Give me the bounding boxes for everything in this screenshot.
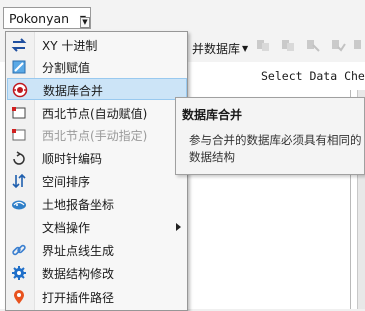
tooltip-body: 参与合并的数据库必须具有相同的数据结构: [189, 133, 362, 164]
merge-database-tool-label: 并数据库: [192, 42, 241, 56]
menu-item-label: 西北节点(自动赋值): [42, 107, 148, 121]
toolbar-tool-icon[interactable]: [352, 37, 365, 53]
menu-item-label: 数据结构修改: [42, 267, 115, 281]
database-merge-icon: [12, 82, 28, 98]
land-coords-icon: [11, 196, 27, 212]
menu-item-split-assign[interactable]: 分割赋值: [7, 56, 187, 78]
xy-arrows-icon: [11, 37, 27, 53]
menu-item-label: XY 十进制: [42, 39, 98, 53]
boundary-link-icon: [11, 242, 27, 258]
menu-item-label: 打开插件路径: [42, 291, 115, 305]
menu-item-label: 西北节点(手动指定): [42, 129, 148, 143]
menu-item-label: 分割赋值: [42, 61, 91, 75]
project-dropdown[interactable]: Pokonyan ▼: [3, 7, 91, 29]
chevron-down-icon: ▼: [242, 44, 249, 53]
select-data-check-label: Select Data Check: [261, 69, 365, 83]
menu-item-label: 顺时针编码: [42, 152, 103, 166]
menu-item-data-structure-edit[interactable]: 数据结构修改: [7, 262, 187, 284]
toolbar-tool-icon[interactable]: [330, 37, 346, 53]
tooltip-title: 数据库合并: [182, 108, 243, 122]
context-menu: XY 十进制 分割赋值 数据库合并 西北节点(自动赋值) 西北节点(手动指定) …: [5, 31, 188, 311]
toolbar-overflow-button[interactable]: ▼: [80, 17, 90, 28]
toolbar-tool-icon[interactable]: [305, 37, 321, 53]
menu-item-xy-decimal[interactable]: XY 十进制: [7, 34, 187, 56]
menu-item-boundary-generate[interactable]: 界址点线生成: [7, 239, 187, 261]
menu-item-land-report-coords[interactable]: 土地报备坐标: [7, 193, 187, 215]
menu-item-northwest-node-auto[interactable]: 西北节点(自动赋值): [7, 102, 187, 124]
spatial-sort-icon: [11, 173, 27, 189]
menu-item-database-merge[interactable]: 数据库合并: [7, 78, 187, 100]
node-auto-icon: [11, 105, 27, 121]
menu-item-label: 空间排序: [42, 175, 91, 189]
menu-item-northwest-node-manual[interactable]: 西北节点(手动指定): [7, 124, 187, 146]
menu-item-label: 数据库合并: [43, 84, 104, 98]
menu-item-label: 文档操作: [42, 221, 91, 235]
toolbar-tool-icon[interactable]: [280, 37, 296, 53]
menu-item-label: 界址点线生成: [42, 244, 115, 258]
split-assign-icon: [11, 59, 27, 75]
project-dropdown-value: Pokonyan: [9, 10, 70, 26]
menu-item-clockwise-code[interactable]: 顺时针编码: [7, 147, 187, 169]
node-manual-icon: [11, 127, 27, 143]
menu-item-spatial-sort[interactable]: 空间排序: [7, 170, 187, 192]
gear-icon: [11, 265, 27, 281]
menu-item-document-ops[interactable]: 文档操作: [7, 216, 187, 238]
database-merge-tooltip: 数据库合并 参与合并的数据库必须具有相同的数据结构: [175, 97, 365, 175]
toolbar-tool-icon[interactable]: [255, 37, 271, 53]
location-pin-icon: [11, 289, 27, 305]
clockwise-icon: [11, 150, 27, 166]
submenu-arrow-icon: [176, 223, 181, 231]
menu-item-open-plugin-path[interactable]: 打开插件路径: [7, 286, 187, 308]
merge-database-tool[interactable]: 并数据库 ▼: [192, 40, 248, 57]
menu-item-label: 土地报备坐标: [42, 198, 115, 212]
